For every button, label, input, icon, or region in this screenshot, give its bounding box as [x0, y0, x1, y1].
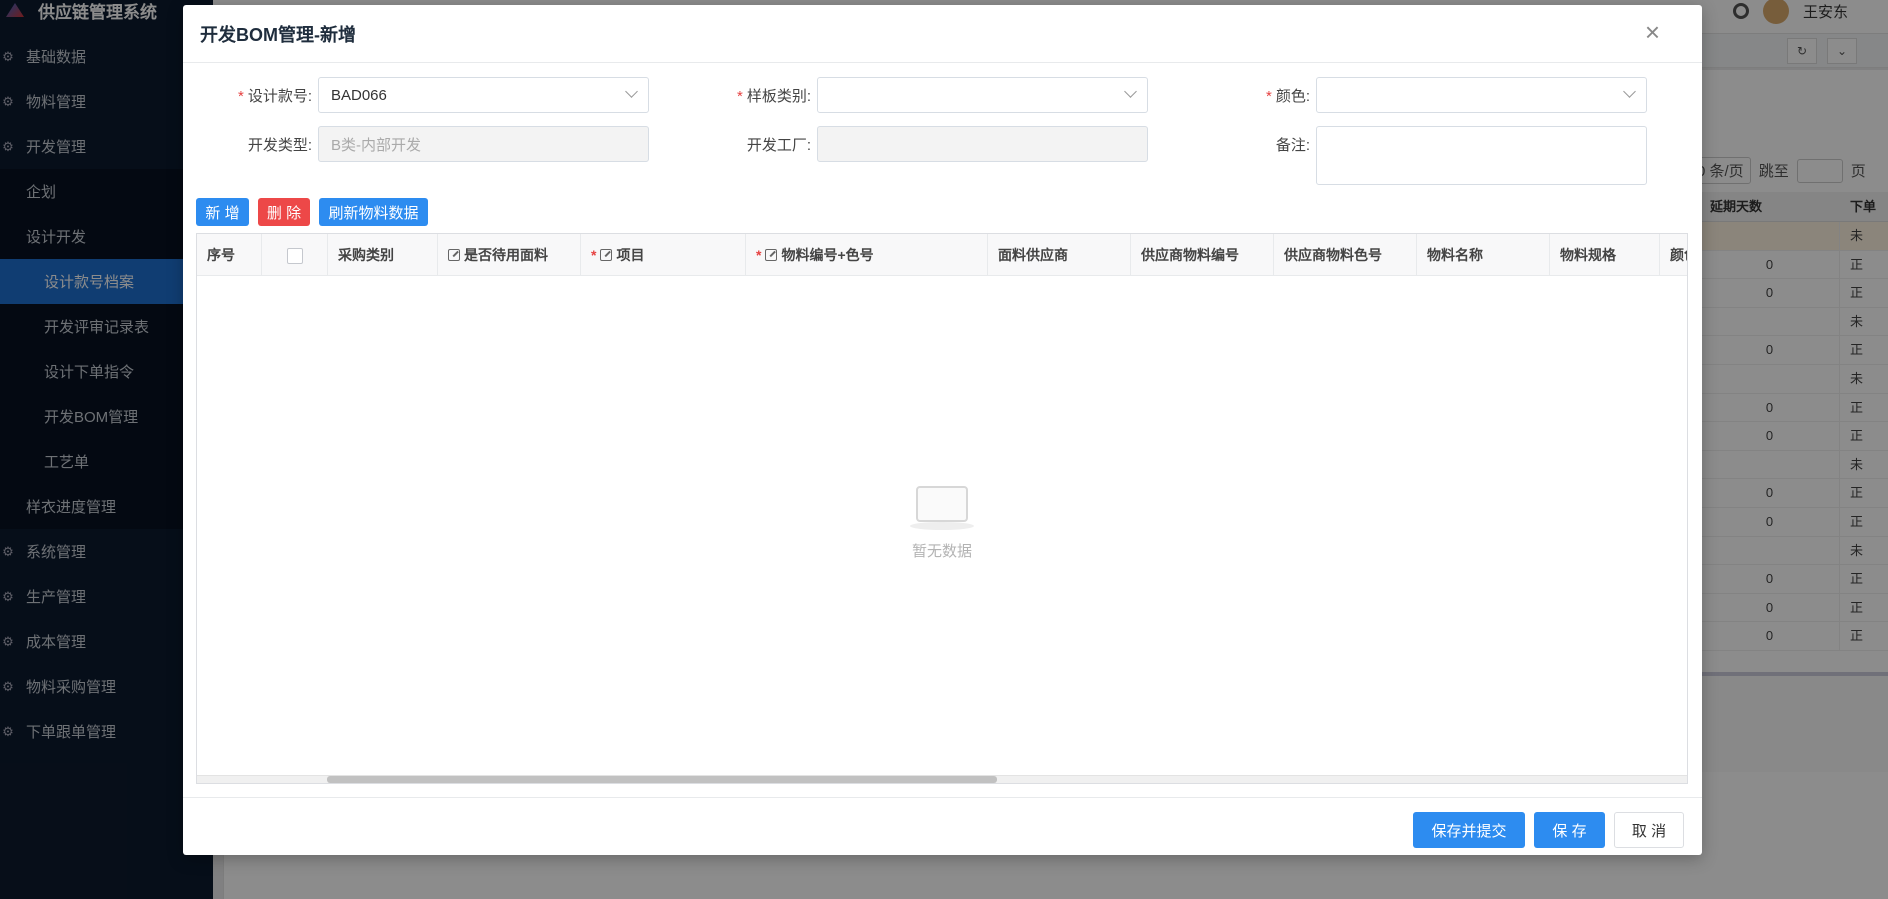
column-header-material-name[interactable]: 物料名称	[1417, 234, 1550, 276]
scrollbar-thumb[interactable]	[327, 776, 997, 783]
cancel-button[interactable]: 取 消	[1614, 812, 1684, 848]
empty-inbox-icon	[910, 484, 974, 530]
empty-state: 暂无数据	[197, 484, 1687, 561]
delete-row-button[interactable]: 删 除	[258, 198, 310, 226]
dialog-title: 开发BOM管理-新增	[200, 24, 356, 45]
column-header-purchase-type[interactable]: 采购类别	[328, 234, 438, 276]
save-button[interactable]: 保 存	[1534, 812, 1605, 848]
column-header-item[interactable]: * 项目	[581, 234, 746, 276]
empty-text: 暂无数据	[911, 543, 972, 560]
select-all-checkbox[interactable]	[286, 248, 303, 265]
form-row-remark: 备注:	[183, 126, 1647, 185]
chevron-down-icon	[1623, 85, 1636, 98]
edit-icon	[600, 249, 613, 261]
color-label: * 颜色:	[1265, 87, 1310, 105]
column-header-material-color[interactable]: * 物料编号+色号	[746, 234, 988, 276]
table-header: 序号 采购类别 是否待用面料 * 项目 * 物料编号+色号 面料供应商 供应商物料编…	[197, 234, 1687, 276]
add-row-button[interactable]: 新 增	[196, 198, 249, 226]
bom-table: 序号 采购类别 是否待用面料 * 项目 * 物料编号+色号 面料供应商 供应商物料编…	[196, 233, 1688, 784]
column-header-standby-fabric[interactable]: 是否待用面料	[438, 234, 581, 276]
column-header-supplier-material-no[interactable]: 供应商物料编号	[1131, 234, 1274, 276]
column-header-material-spec[interactable]: 物料规格	[1550, 234, 1660, 276]
close-icon[interactable]: ×	[1645, 19, 1660, 45]
edit-icon	[765, 249, 778, 261]
remark-label: 备注:	[1275, 137, 1310, 154]
horizontal-scrollbar[interactable]	[197, 775, 1687, 783]
dialog-header: 开发BOM管理-新增	[183, 5, 1702, 63]
column-header-fabric-supplier[interactable]: 面料供应商	[988, 234, 1131, 276]
bom-create-dialog: 开发BOM管理-新增 × * 设计款号: BAD066 * 样板类别: * 颜色: 开…	[183, 5, 1702, 855]
remark-textarea[interactable]	[1316, 126, 1647, 185]
edit-icon	[448, 249, 460, 261]
refresh-material-button[interactable]: 刷新物料数据	[319, 198, 428, 226]
column-header-color[interactable]: 颜色	[1660, 234, 1687, 276]
column-header-index: 序号	[197, 234, 262, 276]
save-and-submit-button[interactable]: 保存并提交	[1413, 812, 1525, 848]
column-header-supplier-color-no[interactable]: 供应商物料色号	[1274, 234, 1417, 276]
dialog-footer: 保存并提交 保 存 取 消	[183, 797, 1702, 855]
color-select[interactable]	[1316, 77, 1647, 113]
column-header-select	[262, 234, 328, 276]
form-row-color: * 颜色:	[183, 77, 1647, 113]
